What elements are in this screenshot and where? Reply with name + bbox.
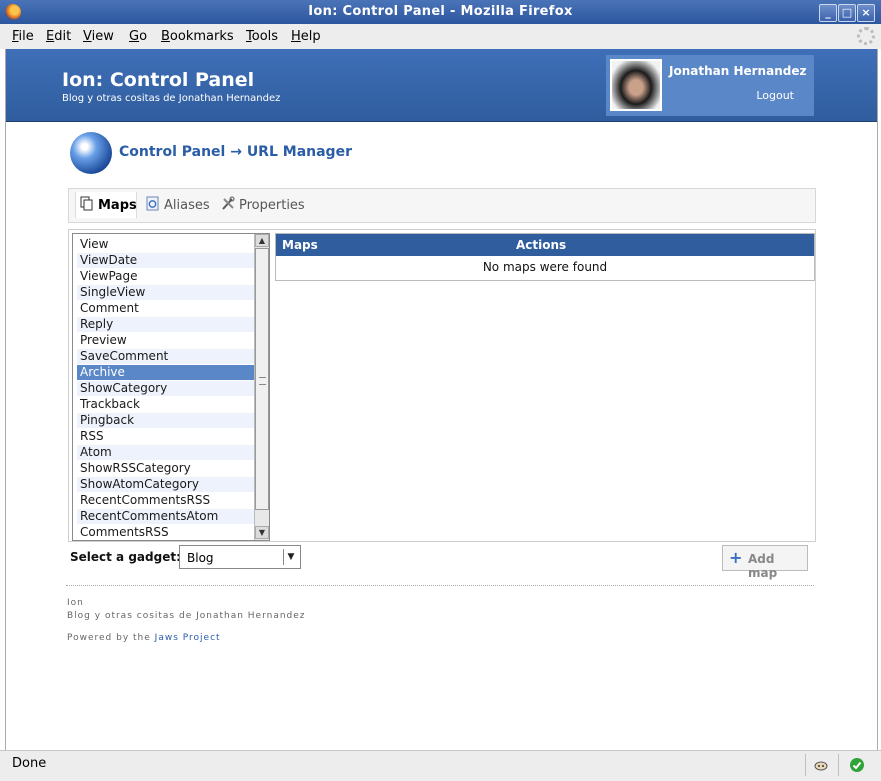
list-item[interactable]: Trackback [77, 397, 255, 412]
menu-view[interactable]: View [83, 29, 114, 44]
check-icon [850, 758, 864, 772]
properties-icon [222, 196, 235, 210]
tab-aliases-label: Aliases [164, 198, 210, 213]
logout-link[interactable]: Logout [756, 89, 794, 102]
status-divider [838, 754, 839, 776]
list-item[interactable]: View [77, 237, 255, 252]
list-item[interactable]: RecentCommentsAtom [77, 509, 255, 524]
menu-go[interactable]: Go [129, 29, 147, 44]
powered-prefix: Powered by the [67, 633, 151, 643]
scroll-down-icon[interactable]: ▼ [255, 526, 269, 539]
status-bar: Done [0, 750, 881, 781]
tab-properties[interactable]: Properties [217, 192, 307, 218]
throbber-icon [857, 27, 875, 45]
list-item[interactable]: Comment [77, 301, 255, 316]
tab-properties-label: Properties [239, 198, 305, 213]
list-item-selected[interactable]: Archive [77, 365, 255, 380]
grip-icon [259, 377, 266, 385]
list-item[interactable]: CommentsRSS [77, 525, 255, 540]
scrollbar-thumb[interactable] [255, 248, 269, 510]
plus-icon: + [729, 548, 743, 567]
user-name: Jonathan Hernandez [669, 64, 807, 78]
grid-header: Maps Actions [276, 234, 814, 256]
menu-help[interactable]: Help [291, 29, 321, 44]
site-title: Ion: Control Panel [62, 69, 255, 91]
footer-powered: Powered by the Jaws Project [67, 633, 221, 643]
window-titlebar: Ion: Control Panel - Mozilla Firefox _ □… [0, 0, 881, 24]
list-item[interactable]: SaveComment [77, 349, 255, 364]
site-header: Ion: Control Panel Blog y otras cositas … [6, 49, 877, 122]
menu-file[interactable]: File [12, 29, 34, 44]
list-item[interactable]: RecentCommentsRSS [77, 493, 255, 508]
url-manager-globe-icon [70, 132, 112, 174]
list-item[interactable]: Reply [77, 317, 255, 332]
list-item[interactable]: ShowCategory [77, 381, 255, 396]
page-content: Ion: Control Panel Blog y otras cositas … [5, 49, 878, 750]
list-item[interactable]: ViewDate [77, 253, 255, 268]
footer-slogan: Blog y otras cositas de Jonathan Hernand… [67, 611, 306, 621]
maps-panel: View ViewDate ViewPage SingleView Commen… [68, 229, 816, 542]
chevron-down-icon: ▼ [283, 549, 298, 565]
footer-divider [66, 585, 814, 586]
tab-bar: Maps Aliases Properties [68, 188, 816, 223]
maps-icon [80, 196, 93, 211]
gadget-select-value: Blog [187, 551, 214, 565]
actions-listbox[interactable]: View ViewDate ViewPage SingleView Commen… [72, 233, 270, 541]
menu-bar: File Edit View Go Bookmarks Tools Help [0, 24, 881, 49]
status-text: Done [12, 756, 47, 771]
status-divider [805, 754, 806, 776]
listbox-scrollbar[interactable]: ▲ ▼ [254, 234, 269, 540]
user-box: Jonathan Hernandez Logout [606, 55, 814, 116]
list-item[interactable]: Atom [77, 445, 255, 460]
maps-grid: Maps Actions No maps were found [275, 233, 815, 281]
column-header-maps[interactable]: Maps [282, 238, 318, 252]
breadcrumb: Control Panel → URL Manager [119, 144, 352, 160]
menu-edit[interactable]: Edit [46, 29, 71, 44]
list-item[interactable]: Preview [77, 333, 255, 348]
add-map-button[interactable]: + Add map [722, 545, 808, 580]
list-item[interactable]: ViewPage [77, 269, 255, 284]
empty-message: No maps were found [482, 260, 608, 274]
tools-icon[interactable] [813, 757, 829, 773]
site-subtitle: Blog y otras cositas de Jonathan Hernand… [62, 93, 281, 104]
minimize-button[interactable]: _ [819, 4, 837, 22]
footer-site-name: Ion [67, 598, 84, 608]
avatar [610, 59, 662, 111]
maximize-button[interactable]: □ [838, 4, 856, 22]
list-item[interactable]: ShowRSSCategory [77, 461, 255, 476]
jaws-project-link[interactable]: Jaws Project [155, 633, 221, 643]
tab-maps[interactable]: Maps [75, 192, 137, 218]
menu-tools[interactable]: Tools [246, 29, 278, 44]
window-title: Ion: Control Panel - Mozilla Firefox [308, 4, 573, 19]
tab-maps-label: Maps [98, 198, 137, 213]
close-button[interactable]: × [857, 4, 875, 22]
column-header-actions[interactable]: Actions [516, 238, 566, 252]
aliases-icon [146, 196, 159, 211]
list-item[interactable]: ShowAtomCategory [77, 477, 255, 492]
scroll-up-icon[interactable]: ▲ [255, 234, 269, 247]
gadget-label: Select a gadget: [70, 550, 181, 564]
list-item[interactable]: SingleView [77, 285, 255, 300]
list-item[interactable]: Pingback [77, 413, 255, 428]
add-map-label: Add map [748, 552, 778, 580]
list-item[interactable]: RSS [77, 429, 255, 444]
menu-bookmarks[interactable]: Bookmarks [161, 29, 234, 44]
tab-aliases[interactable]: Aliases [142, 192, 214, 218]
gadget-select[interactable]: Blog ▼ [179, 545, 301, 569]
